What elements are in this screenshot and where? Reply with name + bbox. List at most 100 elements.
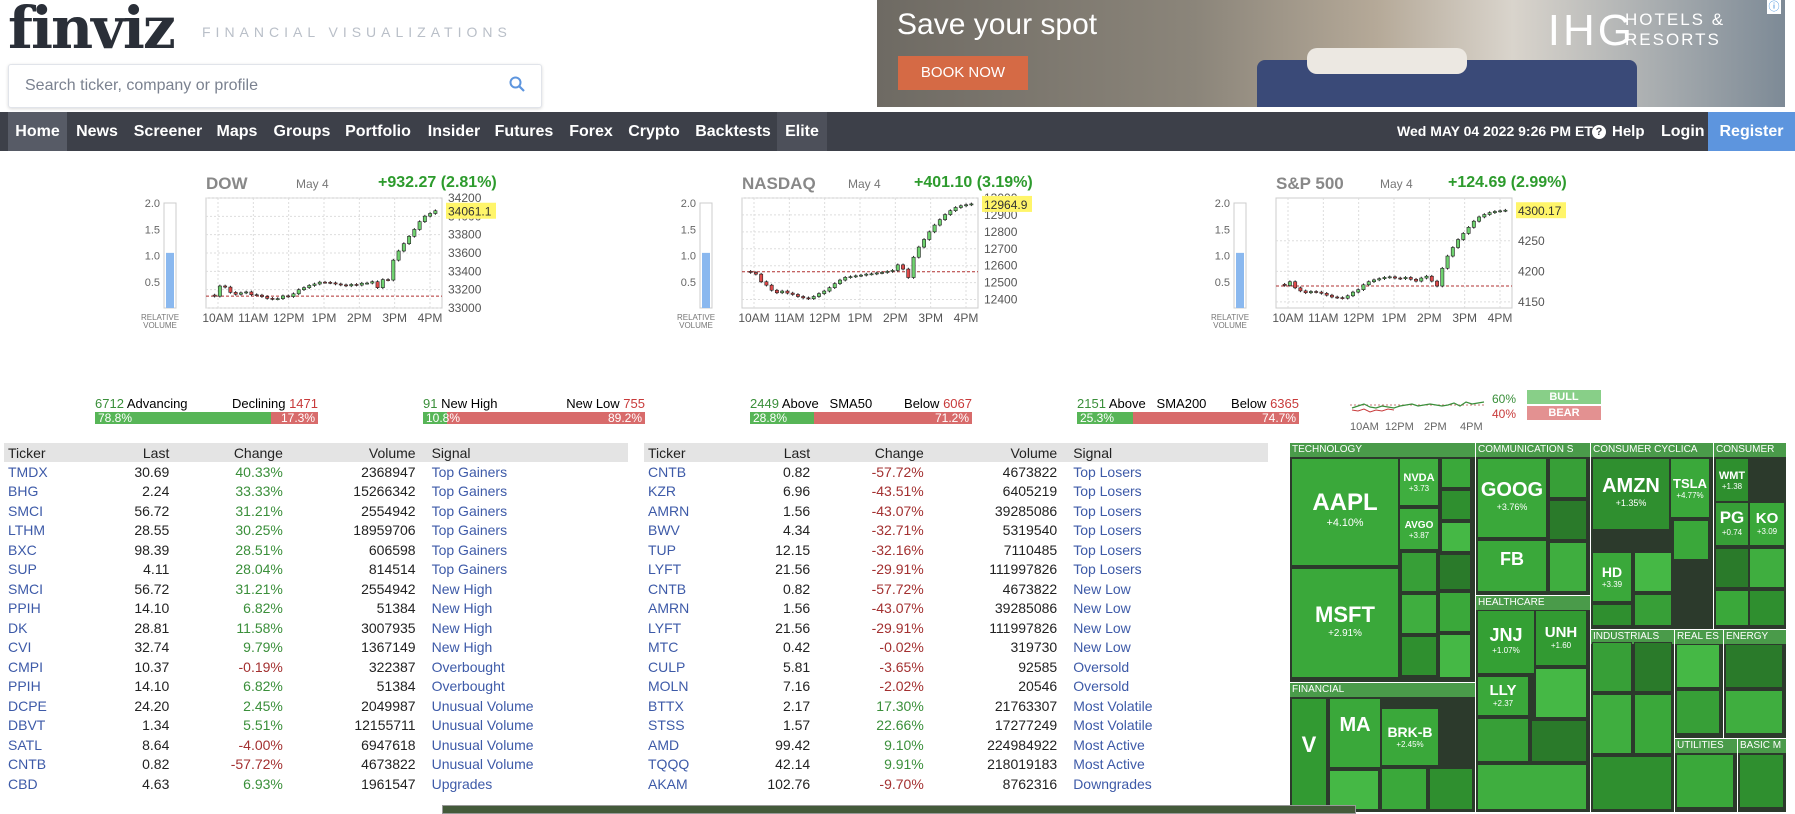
heatmap-tile[interactable] [1441, 522, 1471, 552]
cell-signal[interactable]: Most Volatile [1061, 716, 1268, 736]
cell-signal[interactable]: Oversold [1061, 677, 1268, 697]
nav-maps[interactable]: Maps [212, 112, 262, 151]
cell-ticker[interactable]: MTC [644, 638, 720, 658]
heatmap-tile-unh[interactable]: UNH +1.60 [1535, 610, 1587, 666]
table-row[interactable]: KZR 6.96 -43.51% 6405219 Top Losers [644, 482, 1268, 502]
heatmap-tile[interactable] [1715, 548, 1749, 588]
heatmap-tile[interactable] [1634, 694, 1672, 754]
heatmap-tile[interactable] [1592, 604, 1632, 626]
table-row[interactable]: CULP 5.81 -3.65% 92585 Oversold [644, 657, 1268, 677]
table-row[interactable]: AMRN 1.56 -43.07% 39285086 New Low [644, 599, 1268, 619]
heatmap-tile[interactable] [1477, 718, 1529, 762]
cell-signal[interactable]: Unusual Volume [420, 696, 628, 716]
col-signal[interactable]: Signal [419, 443, 628, 462]
heatmap-tile-hd[interactable]: HD +3.39 [1592, 552, 1632, 602]
cell-ticker[interactable]: AMRN [644, 599, 720, 619]
table-row[interactable]: AMD 99.42 9.10% 224984922 Most Active [644, 735, 1268, 755]
table-row[interactable]: MTC 0.42 -0.02% 319730 New Low [644, 638, 1268, 658]
heatmap-tile-amzn[interactable]: AMZN +1.35% [1592, 458, 1670, 530]
heatmap-tile[interactable] [1592, 642, 1632, 692]
ad-info-icon[interactable]: ⓘ [1767, 0, 1781, 14]
table-row[interactable]: CVI 32.74 9.79% 1367149 New High [4, 638, 628, 658]
heatmap-tile[interactable] [1477, 764, 1587, 810]
heatmap-tile[interactable] [1749, 548, 1785, 588]
table-row[interactable]: SATL 8.64 -4.00% 6947618 Unusual Volume [4, 735, 628, 755]
table-row[interactable]: SUP 4.11 28.04% 814514 Top Gainers [4, 560, 628, 580]
table-row[interactable]: AMRN 1.56 -43.07% 39285086 Top Losers [644, 501, 1268, 521]
heatmap-tile[interactable] [1531, 720, 1587, 762]
cell-ticker[interactable]: SMCI [4, 579, 80, 599]
heatmap-tile[interactable] [1535, 668, 1587, 718]
table-row[interactable]: SMCI 56.72 31.21% 2554942 New High [4, 579, 628, 599]
heatmap-tile[interactable] [1549, 458, 1587, 498]
cell-signal[interactable]: New High [420, 618, 628, 638]
table-row[interactable]: LTHM 28.55 30.25% 18959706 Top Gainers [4, 521, 628, 541]
heatmap-tile-lly[interactable]: LLY +2.37 [1477, 676, 1529, 716]
cell-signal[interactable]: Top Losers [1061, 560, 1268, 580]
table-row[interactable]: BXC 98.39 28.51% 606598 Top Gainers [4, 540, 628, 560]
cell-signal[interactable]: Unusual Volume [420, 735, 628, 755]
cell-signal[interactable]: Top Losers [1061, 482, 1268, 502]
cell-signal[interactable]: Top Losers [1061, 462, 1268, 482]
heatmap-tile-aapl[interactable]: AAPL +4.10% [1291, 458, 1399, 566]
chart-dow[interactable]: DOW May 4 +932.27 (2.81%) 2.0 1.5 1.0 0.5 RE… [141, 170, 558, 380]
search-input[interactable] [9, 65, 517, 107]
table-row[interactable]: BWV 4.34 -32.71% 5319540 Top Losers [644, 521, 1268, 541]
heatmap-tile-fb[interactable]: FB [1477, 540, 1547, 592]
table-row[interactable]: CBD 4.63 6.93% 1961547 Upgrades [4, 774, 628, 794]
cell-signal[interactable]: Top Gainers [420, 501, 628, 521]
chart-nasdaq[interactable]: NASDAQ May 4 +401.10 (3.19%) 2.0 1.5 1.0 0.… [677, 170, 1094, 380]
nav-crypto[interactable]: Crypto [622, 112, 686, 151]
heatmap-tile-avgo[interactable]: AVGO +3.87 [1399, 508, 1439, 550]
cell-signal[interactable]: Upgrades [420, 774, 628, 794]
table-row[interactable]: DBVT 1.34 5.51% 12155711 Unusual Volume [4, 716, 628, 736]
table-row[interactable]: LYFT 21.56 -29.91% 111997826 Top Losers [644, 560, 1268, 580]
cell-signal[interactable]: Top Gainers [420, 560, 628, 580]
table-row[interactable]: CNTB 0.82 -57.72% 4673822 New Low [644, 579, 1268, 599]
cell-ticker[interactable]: DBVT [4, 716, 80, 736]
heatmap-tile[interactable] [1676, 644, 1720, 688]
heatmap-tile[interactable] [1439, 634, 1471, 678]
cell-ticker[interactable]: BHG [4, 482, 80, 502]
nav-forex[interactable]: Forex [562, 112, 620, 151]
finviz-logo[interactable]: finviz [8, 0, 176, 62]
nav-groups[interactable]: Groups [265, 112, 339, 151]
table-row[interactable]: CNTB 0.82 -57.72% 4673822 Unusual Volume [4, 755, 628, 775]
heatmap-tile[interactable] [1725, 644, 1783, 688]
cell-ticker[interactable]: BTTX [644, 696, 720, 716]
cell-ticker[interactable]: TQQQ [644, 755, 720, 775]
nav-portfolio[interactable]: Portfolio [342, 112, 414, 151]
nav-futures[interactable]: Futures [490, 112, 558, 151]
cell-ticker[interactable]: BXC [4, 540, 80, 560]
heatmap-tile[interactable] [1401, 594, 1437, 634]
heatmap-tile[interactable] [1401, 636, 1437, 676]
cell-signal[interactable]: New High [420, 638, 628, 658]
cell-signal[interactable]: Top Gainers [420, 521, 628, 541]
cell-signal[interactable]: Top Losers [1061, 501, 1268, 521]
table-row[interactable]: AKAM 102.76 -9.70% 8762316 Downgrades [644, 774, 1268, 794]
market-heatmap[interactable]: TECHNOLOGY COMMUNICATION S CONSUMER CYCL… [1289, 442, 1786, 812]
heatmap-tile-brk-b[interactable]: BRK-B +2.45% [1381, 708, 1439, 766]
heatmap-tile[interactable] [1676, 690, 1720, 734]
chart-sp500[interactable]: S&P 500 May 4 +124.69 (2.99%) 2.0 1.5 1.0 0… [1211, 170, 1628, 380]
heatmap-tile-msft[interactable]: MSFT +2.91% [1291, 568, 1399, 678]
nav-login[interactable]: Login [1661, 112, 1705, 151]
cell-signal[interactable]: Top Gainers [420, 462, 628, 482]
table-row[interactable]: TUP 12.15 -32.16% 7110485 Top Losers [644, 540, 1268, 560]
table-row[interactable]: STSS 1.57 22.66% 17277249 Most Volatile [644, 716, 1268, 736]
nav-screener[interactable]: Screener [127, 112, 209, 151]
table-row[interactable]: TMDX 30.69 40.33% 2368947 Top Gainers [4, 462, 628, 482]
cell-signal[interactable]: Overbought [420, 657, 628, 677]
cell-signal[interactable]: New High [420, 599, 628, 619]
cell-signal[interactable]: Most Volatile [1061, 696, 1268, 716]
table-row[interactable]: CMPI 10.37 -0.19% 322387 Overbought [4, 657, 628, 677]
col-last[interactable]: Last [719, 443, 815, 462]
cell-ticker[interactable]: PPIH [4, 599, 80, 619]
heatmap-tile[interactable] [1429, 768, 1473, 810]
col-ticker[interactable]: Ticker [644, 443, 720, 462]
heatmap-tile[interactable] [1592, 694, 1632, 754]
cell-ticker[interactable]: KZR [644, 482, 720, 502]
table-row[interactable]: MOLN 7.16 -2.02% 20546 Oversold [644, 677, 1268, 697]
nav-help[interactable]: Help [1612, 112, 1645, 151]
table-row[interactable]: DK 28.81 11.58% 3007935 New High [4, 618, 628, 638]
